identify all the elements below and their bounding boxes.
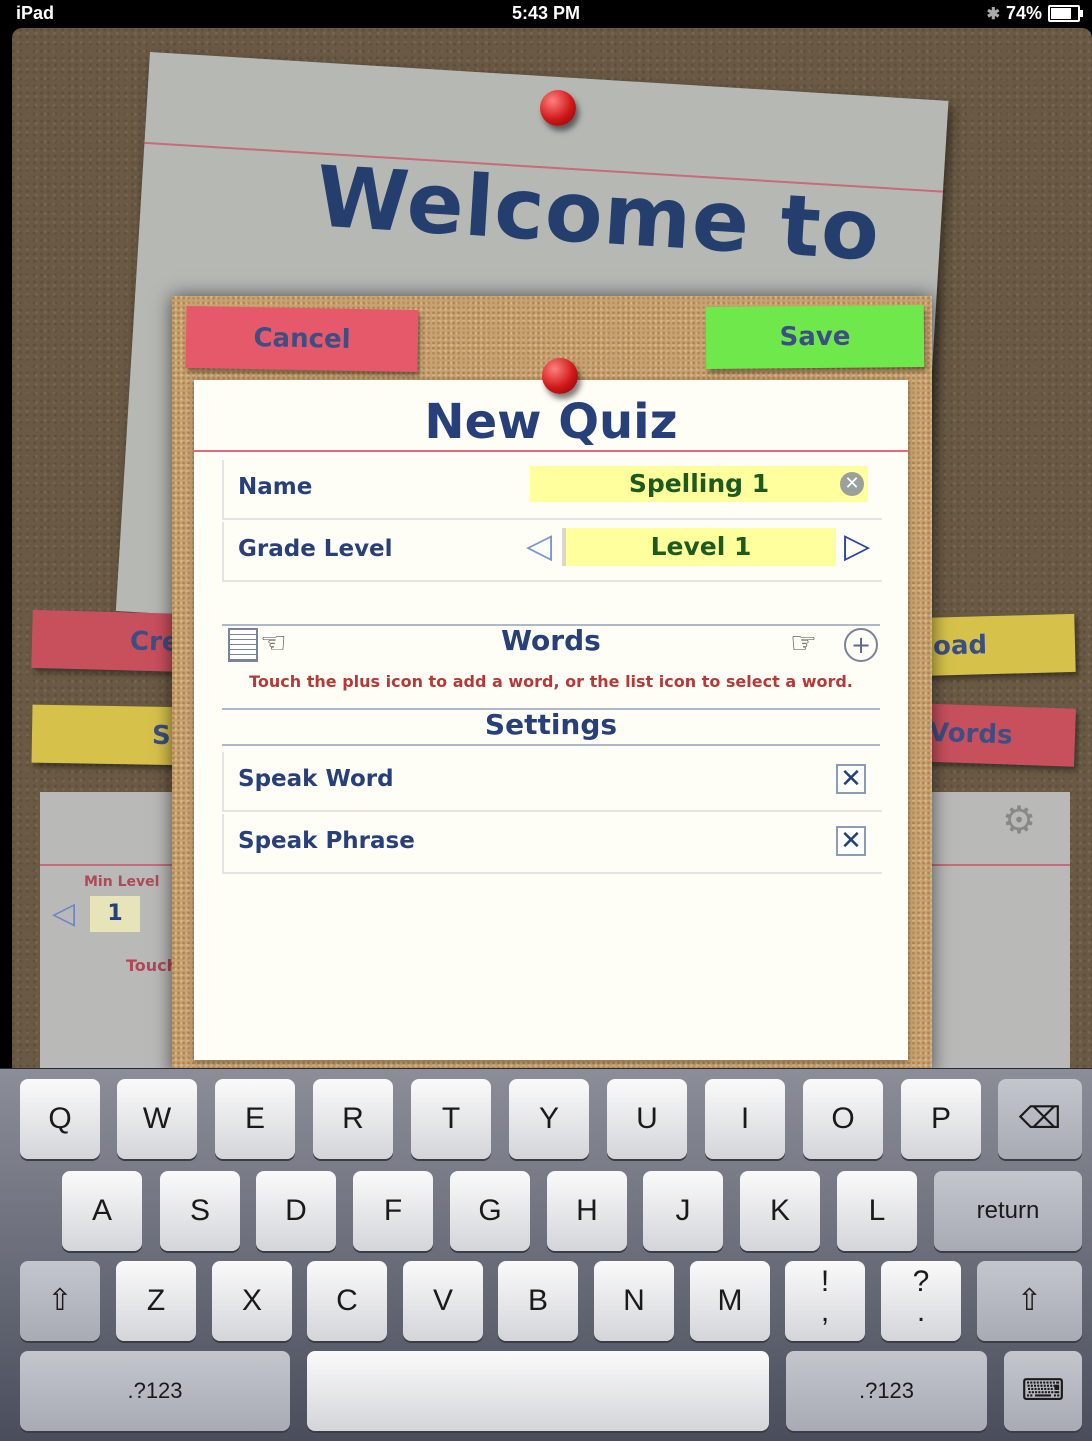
words-heading: Words — [501, 624, 601, 657]
key-e[interactable]: E — [215, 1079, 295, 1159]
key-d[interactable]: D — [256, 1171, 336, 1251]
min-level-value: 1 — [90, 896, 140, 932]
left-arrow-icon: ◁ — [52, 896, 76, 931]
key-p[interactable]: P — [901, 1079, 981, 1159]
key-z[interactable]: Z — [116, 1261, 196, 1341]
speak-phrase-row: Speak Phrase ✕ — [222, 814, 882, 874]
name-value: Spelling 1 — [628, 469, 770, 498]
key-q[interactable]: Q — [20, 1079, 100, 1159]
key-o[interactable]: O — [803, 1079, 883, 1159]
grade-level-selector[interactable]: Level 1 — [562, 528, 836, 566]
key-a[interactable]: A — [62, 1171, 142, 1251]
key-m[interactable]: M — [690, 1261, 770, 1341]
dialog-pushpin-icon — [542, 358, 578, 394]
key-c[interactable]: C — [307, 1261, 387, 1341]
key-s[interactable]: S — [160, 1171, 240, 1251]
settings-bottom-rule — [222, 744, 880, 746]
key-t[interactable]: T — [411, 1079, 491, 1159]
add-word-plus-icon[interactable]: + — [844, 628, 878, 662]
name-row: Name Spelling 1 ✕ — [222, 460, 882, 520]
onscreen-keyboard: Q W E R T Y U I O P ⌫ A S D F G H J K L … — [0, 1068, 1092, 1441]
clock: 5:43 PM — [511, 3, 581, 23]
create-note[interactable]: Cre — [31, 609, 193, 673]
speak-word-label: Speak Word — [238, 766, 394, 792]
key-i[interactable]: I — [705, 1079, 785, 1159]
status-right: ✱ 74% — [986, 3, 1083, 24]
status-bar: iPad 5:43 PM ✱ 74% — [0, 0, 1092, 28]
grade-level-value: Level 1 — [650, 532, 752, 561]
key-u[interactable]: U — [607, 1079, 687, 1159]
grade-level-label: Grade Level — [238, 536, 393, 562]
question-glyph: ? — [912, 1265, 930, 1298]
save-button[interactable]: Save — [705, 305, 925, 369]
battery-percent: 74% — [1005, 3, 1042, 23]
key-g[interactable]: G — [450, 1171, 530, 1251]
exclaim-comma-key[interactable]: ! , — [785, 1261, 865, 1341]
period-glyph: . — [916, 1295, 926, 1328]
background-card-left: Min Level ◁ 1 Touch — [40, 792, 180, 1072]
key-x[interactable]: X — [212, 1261, 292, 1341]
comma-glyph: , — [820, 1295, 830, 1328]
numbers-right-key[interactable]: .?123 — [786, 1351, 987, 1431]
key-v[interactable]: V — [403, 1261, 483, 1341]
key-r[interactable]: R — [313, 1079, 393, 1159]
name-label: Name — [238, 474, 313, 500]
speak-word-row: Speak Word ✕ — [222, 752, 882, 812]
numbers-left-key[interactable]: .?123 — [20, 1351, 290, 1431]
welcome-text: Welcome to — [313, 147, 883, 280]
grade-left-arrow-icon[interactable]: ◁ — [526, 526, 552, 566]
key-l[interactable]: L — [837, 1171, 917, 1251]
cancel-button[interactable]: Cancel — [185, 305, 419, 373]
key-k[interactable]: K — [740, 1171, 820, 1251]
name-input[interactable]: Spelling 1 ✕ — [530, 466, 868, 502]
speak-word-checkbox[interactable]: ✕ — [836, 764, 866, 794]
touch-text: Touch — [126, 956, 179, 975]
title-rule — [194, 450, 908, 452]
pushpin-icon — [540, 90, 576, 126]
dialog-title: New Quiz — [424, 394, 678, 450]
key-j[interactable]: J — [643, 1171, 723, 1251]
settings-heading: Settings — [484, 708, 618, 741]
key-w[interactable]: W — [117, 1079, 197, 1159]
grade-right-arrow-icon[interactable]: ▷ — [844, 526, 870, 566]
background-card-right: ⚙ — [930, 792, 1070, 1072]
study-note[interactable]: S — [31, 704, 193, 766]
speak-phrase-checkbox[interactable]: ✕ — [836, 826, 866, 856]
bluetooth-icon: ✱ — [986, 5, 1000, 23]
pointing-hand-right-icon: ☞ — [790, 626, 817, 661]
shift-right-key[interactable]: ⇧ — [977, 1261, 1082, 1341]
delete-key[interactable]: ⌫ — [998, 1079, 1082, 1159]
shift-left-key[interactable]: ⇧ — [20, 1261, 100, 1341]
key-b[interactable]: B — [498, 1261, 578, 1341]
words-hint: Touch the plus icon to add a word, or th… — [249, 672, 853, 691]
grade-level-row: Grade Level ◁ Level 1 ▷ — [222, 522, 882, 582]
key-f[interactable]: F — [353, 1171, 433, 1251]
min-level-label: Min Level — [84, 874, 160, 890]
words-note[interactable]: Vords — [914, 703, 1076, 767]
settings-gears-icon[interactable]: ⚙ — [1002, 798, 1036, 842]
key-n[interactable]: N — [594, 1261, 674, 1341]
speak-phrase-label: Speak Phrase — [238, 828, 415, 854]
key-h[interactable]: H — [547, 1171, 627, 1251]
hide-keyboard-icon[interactable]: ⌨ — [1004, 1351, 1082, 1431]
return-key[interactable]: return — [934, 1171, 1082, 1251]
key-y[interactable]: Y — [509, 1079, 589, 1159]
clear-icon[interactable]: ✕ — [840, 472, 864, 496]
load-note[interactable]: oad — [914, 613, 1076, 677]
quiz-form-paper: New Quiz Name Spelling 1 ✕ Grade Level ◁… — [194, 380, 908, 1060]
question-period-key[interactable]: ? . — [881, 1261, 961, 1341]
space-bar[interactable] — [307, 1351, 769, 1431]
battery-icon — [1048, 5, 1083, 22]
exclaim-glyph: ! — [820, 1265, 830, 1298]
